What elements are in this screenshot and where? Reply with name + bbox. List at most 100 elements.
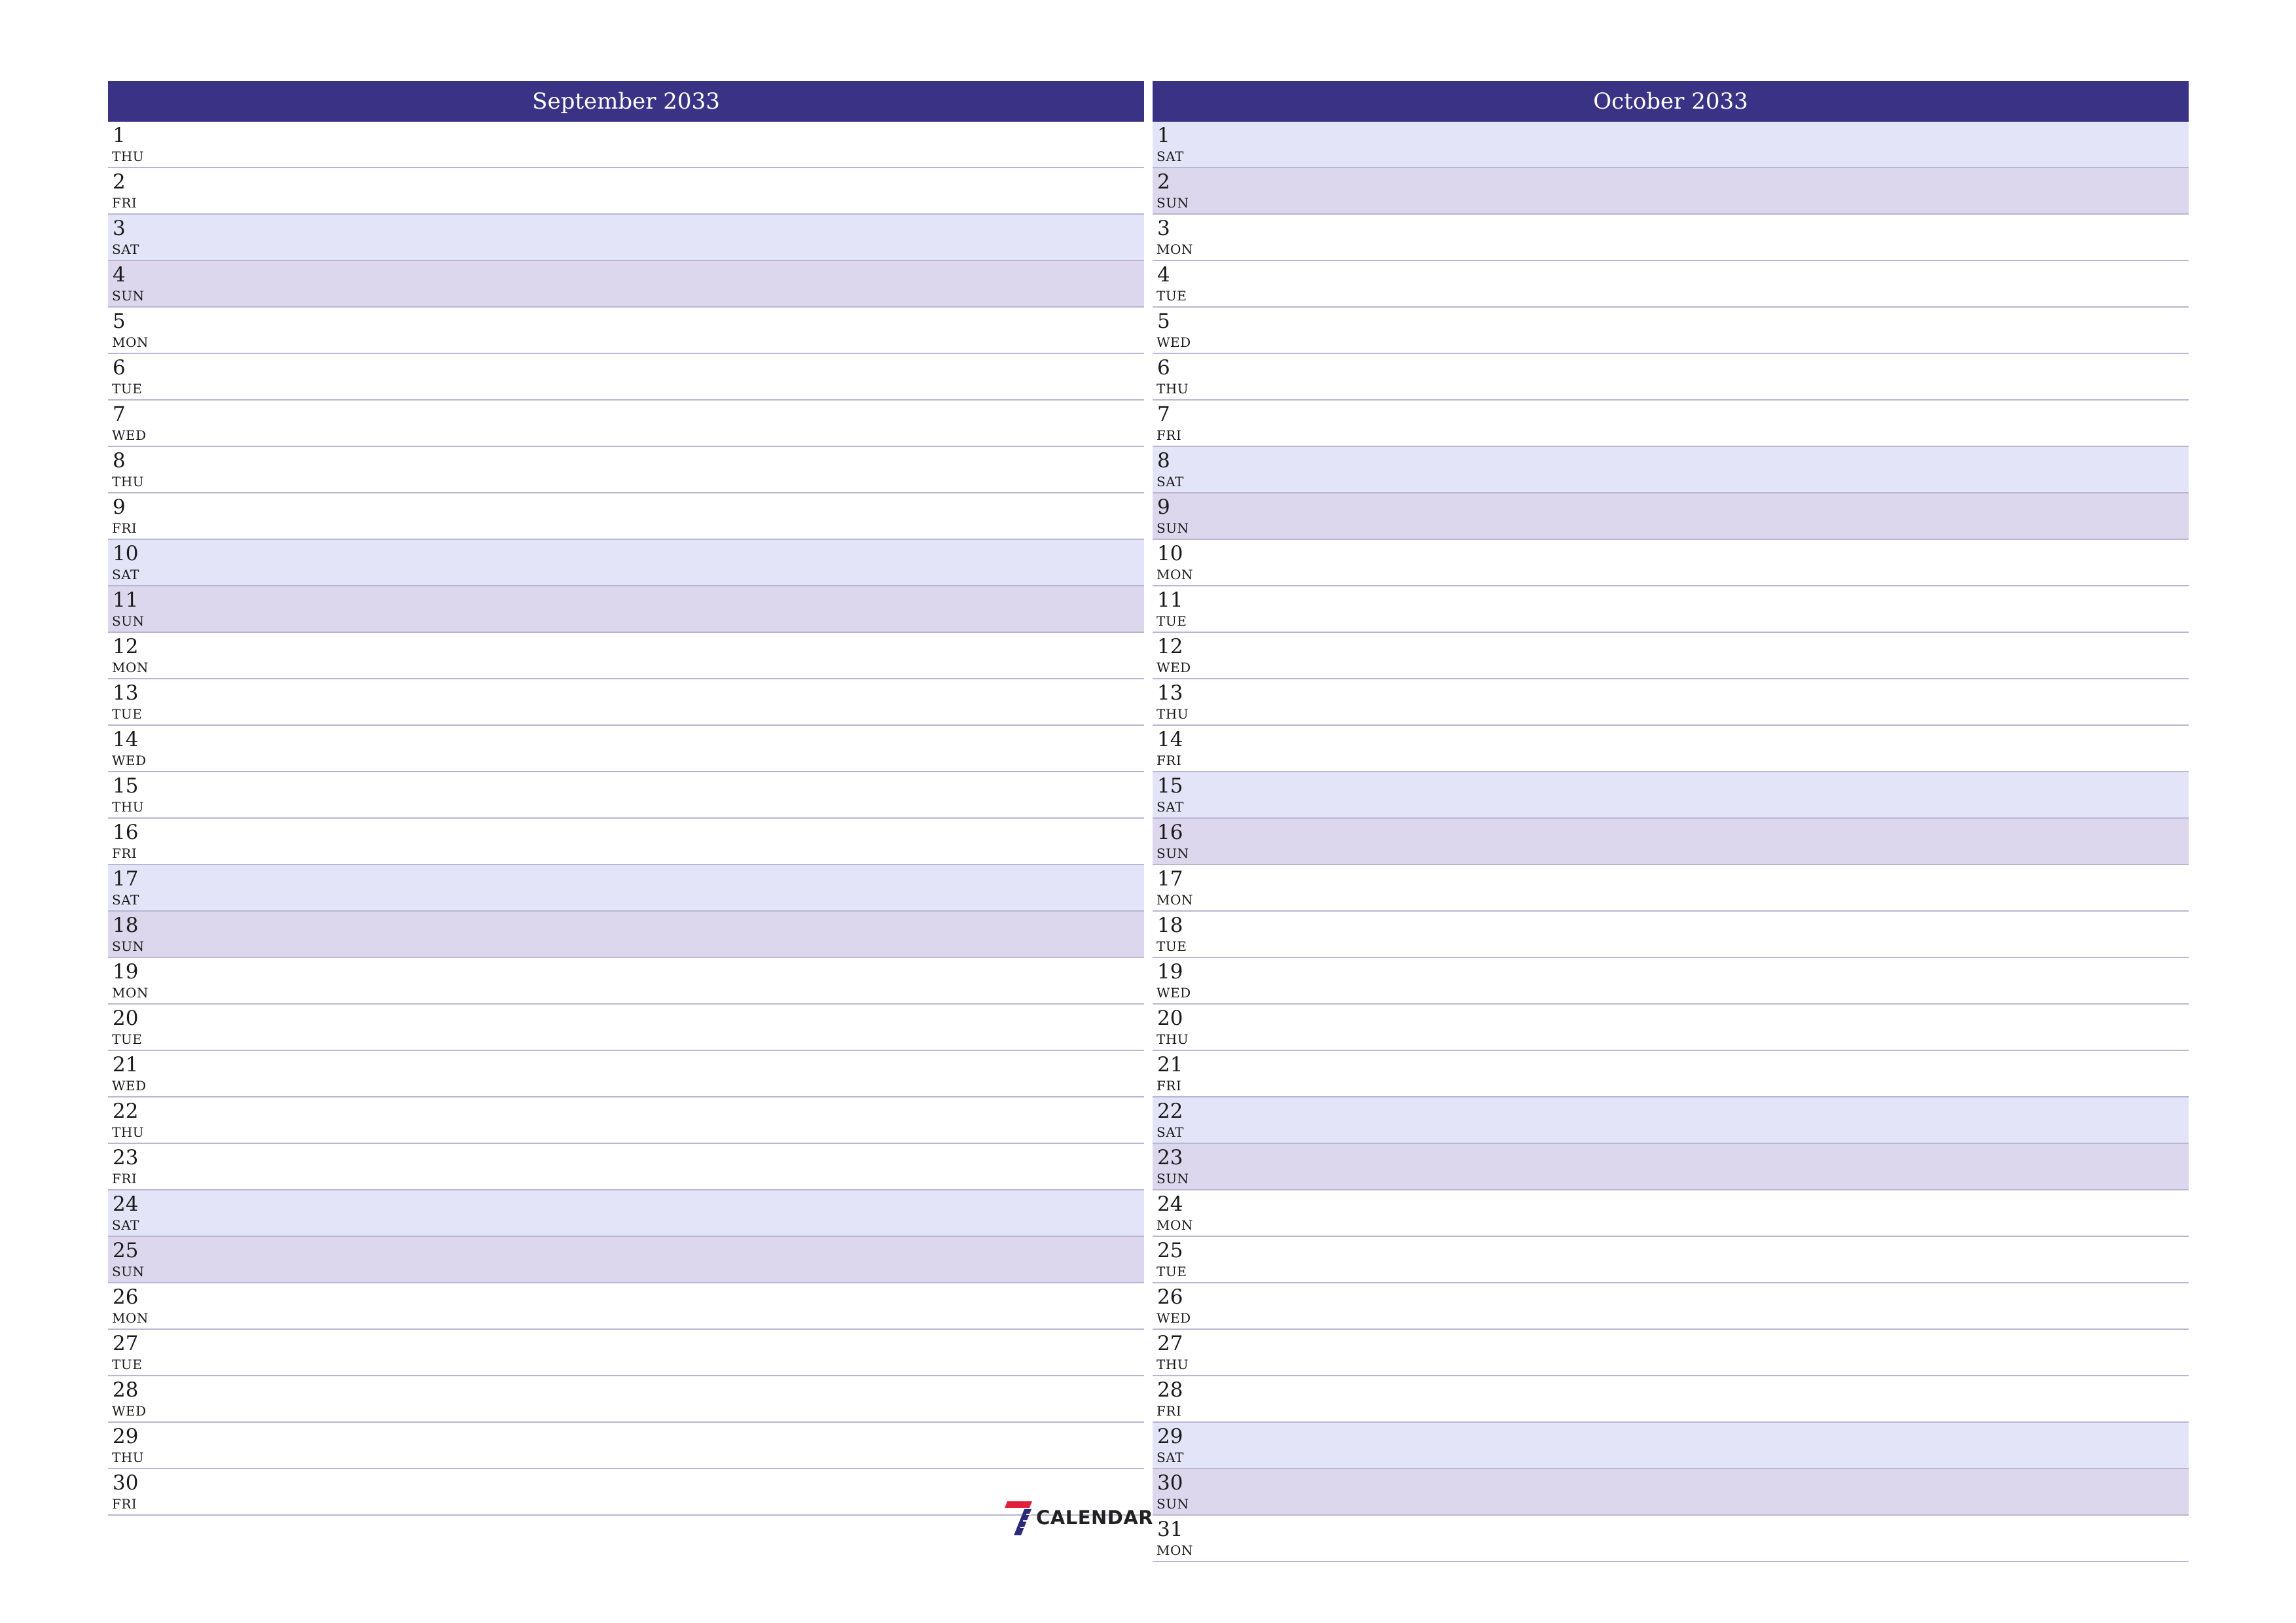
- weekday-label: TUE: [112, 1357, 143, 1372]
- day-number: 1: [113, 124, 126, 147]
- day-row[interactable]: 23 FRI: [108, 1144, 1144, 1190]
- weekday-label: SAT: [1157, 1450, 1184, 1465]
- day-row[interactable]: 15 SAT: [1153, 772, 2189, 819]
- day-number: 29: [113, 1425, 139, 1448]
- day-number: 23: [113, 1146, 139, 1169]
- weekday-label: FRI: [112, 520, 137, 536]
- day-row[interactable]: 9 SUN: [1153, 493, 2189, 540]
- weekday-label: MON: [1157, 1217, 1193, 1233]
- day-row[interactable]: 8 SAT: [1153, 447, 2189, 493]
- weekday-label: SUN: [1157, 1171, 1189, 1186]
- day-row[interactable]: 18 SUN: [108, 912, 1144, 958]
- day-row[interactable]: 22 SAT: [1153, 1097, 2189, 1144]
- day-row[interactable]: 25 SUN: [108, 1237, 1144, 1283]
- day-row[interactable]: 2 FRI: [108, 168, 1144, 215]
- weekday-label: FRI: [1157, 1078, 1182, 1094]
- weekday-label: SAT: [1157, 149, 1184, 164]
- day-row[interactable]: 17 MON: [1153, 865, 2189, 912]
- day-number: 6: [113, 356, 126, 380]
- day-number: 14: [113, 728, 139, 751]
- day-number: 19: [1157, 960, 1183, 984]
- day-row[interactable]: 14 WED: [108, 726, 1144, 772]
- day-row[interactable]: 24 SAT: [108, 1190, 1144, 1237]
- day-row[interactable]: 3 SAT: [108, 215, 1144, 261]
- day-row[interactable]: 6 TUE: [108, 354, 1144, 401]
- day-row[interactable]: 27 THU: [1153, 1330, 2189, 1376]
- day-number: 10: [1157, 542, 1183, 565]
- day-row[interactable]: 10 MON: [1153, 540, 2189, 586]
- day-number: 13: [113, 681, 139, 705]
- day-number: 25: [1157, 1239, 1183, 1262]
- weekday-label: SAT: [112, 241, 139, 257]
- day-row[interactable]: 20 THU: [1153, 1005, 2189, 1051]
- day-number: 24: [113, 1192, 139, 1216]
- month-title: September 2033: [108, 81, 1144, 122]
- day-number: 2: [113, 170, 126, 194]
- weekday-label: TUE: [112, 1031, 143, 1047]
- day-row[interactable]: 17 SAT: [108, 865, 1144, 912]
- day-row[interactable]: 6 THU: [1153, 354, 2189, 401]
- weekday-label: SUN: [1157, 846, 1189, 861]
- day-row[interactable]: 21 WED: [108, 1051, 1144, 1097]
- day-row[interactable]: 24 MON: [1153, 1190, 2189, 1237]
- day-row[interactable]: 15 THU: [108, 772, 1144, 819]
- day-row[interactable]: 11 SUN: [108, 586, 1144, 633]
- day-row[interactable]: 29 SAT: [1153, 1423, 2189, 1469]
- day-row[interactable]: 30 FRI: [108, 1469, 1144, 1516]
- day-row[interactable]: 20 TUE: [108, 1005, 1144, 1051]
- day-row[interactable]: 4 SUN: [108, 261, 1144, 308]
- seven-logo-icon: [1005, 1501, 1032, 1535]
- day-row[interactable]: 27 TUE: [108, 1330, 1144, 1376]
- day-row[interactable]: 19 MON: [108, 958, 1144, 1005]
- day-row[interactable]: 28 WED: [108, 1376, 1144, 1423]
- day-number: 7: [1157, 402, 1170, 426]
- day-row[interactable]: 26 WED: [1153, 1283, 2189, 1330]
- day-row[interactable]: 5 WED: [1153, 308, 2189, 354]
- day-row[interactable]: 19 WED: [1153, 958, 2189, 1005]
- day-number: 1: [1157, 124, 1170, 147]
- weekday-label: TUE: [1157, 1264, 1187, 1279]
- day-number: 28: [113, 1378, 139, 1402]
- day-row[interactable]: 30 SUN: [1153, 1469, 2189, 1516]
- day-row[interactable]: 31 MON: [1153, 1516, 2189, 1562]
- day-row[interactable]: 12 WED: [1153, 633, 2189, 679]
- day-row[interactable]: 12 MON: [108, 633, 1144, 679]
- day-row[interactable]: 28 FRI: [1153, 1376, 2189, 1423]
- day-row[interactable]: 2 SUN: [1153, 168, 2189, 215]
- day-row[interactable]: 29 THU: [108, 1423, 1144, 1469]
- day-row[interactable]: 7 FRI: [1153, 401, 2189, 447]
- day-row[interactable]: 18 TUE: [1153, 912, 2189, 958]
- day-row[interactable]: 16 FRI: [108, 819, 1144, 865]
- day-number: 29: [1157, 1425, 1183, 1448]
- day-row[interactable]: 14 FRI: [1153, 726, 2189, 772]
- day-number: 4: [1157, 263, 1170, 287]
- day-row[interactable]: 25 TUE: [1153, 1237, 2189, 1283]
- day-row[interactable]: 11 TUE: [1153, 586, 2189, 633]
- day-row[interactable]: 7 WED: [108, 401, 1144, 447]
- day-row[interactable]: 1 THU: [108, 122, 1144, 168]
- weekday-label: TUE: [1157, 288, 1187, 304]
- weekday-label: SUN: [112, 938, 145, 954]
- day-number: 20: [1157, 1007, 1183, 1030]
- day-row[interactable]: 22 THU: [108, 1097, 1144, 1144]
- day-row[interactable]: 5 MON: [108, 308, 1144, 354]
- day-row[interactable]: 3 MON: [1153, 215, 2189, 261]
- day-row[interactable]: 21 FRI: [1153, 1051, 2189, 1097]
- day-row[interactable]: 1 SAT: [1153, 122, 2189, 168]
- day-row[interactable]: 8 THU: [108, 447, 1144, 493]
- weekday-label: THU: [1157, 1031, 1189, 1047]
- day-number: 22: [113, 1099, 139, 1123]
- day-row[interactable]: 13 THU: [1153, 679, 2189, 726]
- day-row[interactable]: 13 TUE: [108, 679, 1144, 726]
- day-row[interactable]: 26 MON: [108, 1283, 1144, 1330]
- day-number: 5: [113, 310, 126, 333]
- day-row[interactable]: 23 SUN: [1153, 1144, 2189, 1190]
- day-row[interactable]: 10 SAT: [108, 540, 1144, 586]
- day-row[interactable]: 16 SUN: [1153, 819, 2189, 865]
- day-number: 7: [113, 402, 126, 426]
- day-number: 18: [1157, 914, 1183, 937]
- day-row[interactable]: 9 FRI: [108, 493, 1144, 540]
- day-number: 11: [113, 588, 139, 612]
- day-list: 1 THU 2 FRI 3 SAT 4 SUN 5 MON 6 TUE 7 WED 8 THU 9 FRI 10 SA…: [108, 122, 1144, 1516]
- day-row[interactable]: 4 TUE: [1153, 261, 2189, 308]
